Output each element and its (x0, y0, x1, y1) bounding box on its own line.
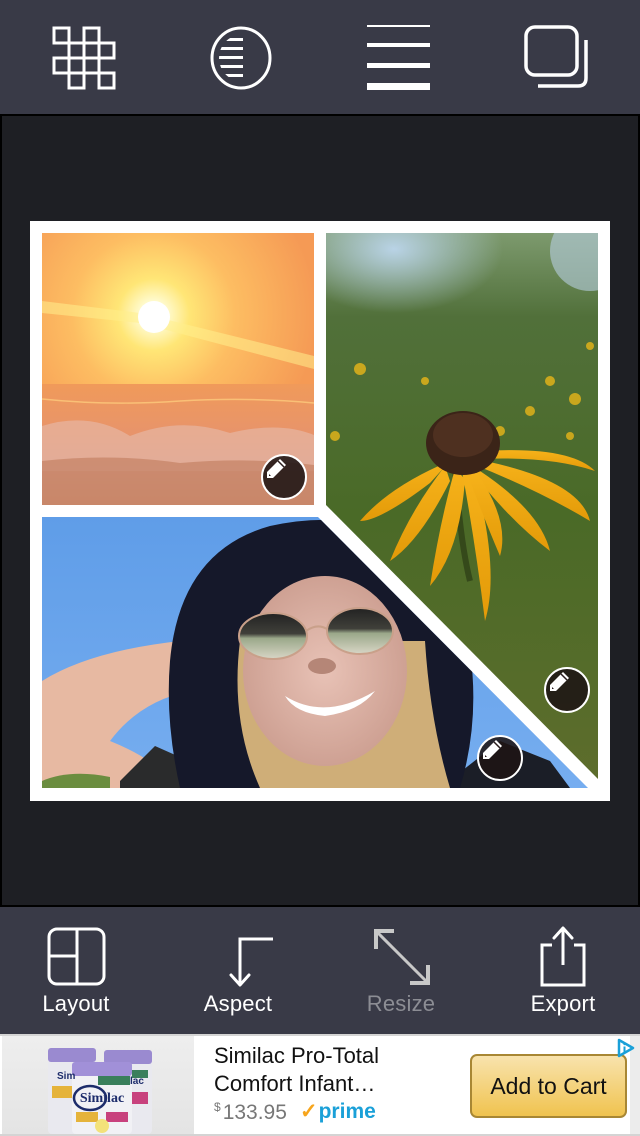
layout-label: Layout (42, 991, 110, 1016)
layout-button[interactable]: Layout (11, 921, 141, 1027)
edit-selfie-photo-button[interactable] (477, 735, 523, 781)
prime-check-icon: ✓ (300, 1100, 318, 1123)
aspect-label: Aspect (203, 991, 273, 1016)
export-button[interactable]: Export (498, 921, 628, 1027)
product-back-text-2: lac (130, 1076, 144, 1087)
edit-sunset-photo-button[interactable] (261, 454, 307, 500)
prime-label: prime (318, 1100, 376, 1123)
resize-label: Resize (366, 991, 436, 1016)
collage-frame (30, 221, 610, 801)
price-value: 133.95 (222, 1101, 287, 1124)
ad-banner[interactable]: Similac Sim lac Similac Pro-Total Comfor… (0, 1034, 640, 1136)
aspect-button[interactable]: Aspect (173, 921, 303, 1027)
stacked-squares-icon (524, 25, 588, 88)
half-lines-circle-icon (210, 26, 272, 90)
add-to-cart-button[interactable]: Add to Cart (470, 1054, 627, 1118)
collage-svg (42, 233, 598, 788)
share-icon (540, 926, 586, 987)
product-back-text: Sim (57, 1071, 75, 1082)
top-toolbar (0, 0, 640, 114)
grid-pattern-icon (52, 26, 116, 90)
ad-price: $133.95 (214, 1100, 287, 1125)
line-weights-icon (367, 25, 430, 90)
product-brand-text: Similac (80, 1091, 124, 1106)
filter-button[interactable] (196, 14, 286, 104)
resize-button[interactable]: Resize (336, 921, 466, 1027)
pencil-icon (483, 740, 502, 759)
border-width-button[interactable] (353, 14, 443, 104)
edit-flower-photo-button[interactable] (544, 667, 590, 713)
resize-diagonal-icon (374, 929, 430, 985)
pencil-icon (550, 672, 569, 691)
layers-button[interactable] (510, 14, 600, 104)
pencil-icon (267, 459, 286, 478)
ad-product-image[interactable]: Similac Sim lac (2, 1036, 194, 1134)
bottom-toolbar: Layout Aspect Resize Export (0, 907, 640, 1034)
aspect-arrows-icon (229, 937, 273, 987)
grid-pattern-button[interactable] (39, 14, 129, 104)
export-label: Export (530, 991, 596, 1016)
adchoices-icon[interactable] (616, 1038, 636, 1058)
product-cans-image: Similac Sim lac (48, 1048, 152, 1134)
ad-title[interactable]: Similac Pro-Total Comfort Infant… (214, 1042, 454, 1098)
price-currency: $ (214, 1100, 221, 1114)
prime-badge: ✓prime (300, 1099, 376, 1124)
layout-icon (47, 927, 106, 986)
